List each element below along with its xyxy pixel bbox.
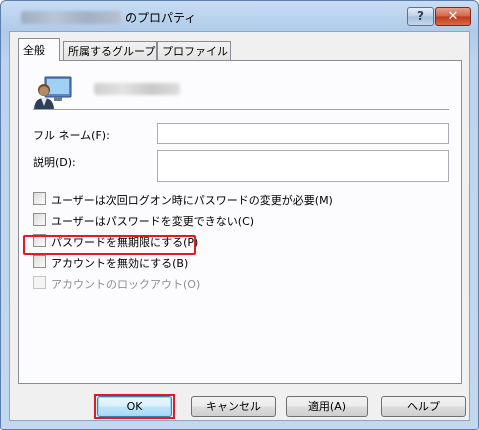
user-icon — [34, 76, 72, 111]
description-label: 説明(D): — [33, 156, 76, 169]
cancel-button[interactable]: キャンセル — [191, 396, 276, 417]
general-tab-panel: フル ネーム(F): 説明(D): ユーザーは次回ログオン時にパスワードの変更が… — [18, 60, 462, 384]
properties-dialog: のプロパティ ? ✕ 全般 所属するグループ プロファイル フル ネーム(F): — [0, 0, 479, 430]
help-icon-button[interactable]: ? — [407, 7, 434, 26]
full-name-label: フル ネーム(F): — [33, 129, 110, 142]
close-icon[interactable]: ✕ — [435, 7, 471, 26]
full-name-field[interactable] — [157, 123, 449, 144]
option-label: ユーザーはパスワードを変更できない(C) — [51, 215, 255, 228]
tab-profile[interactable]: プロファイル — [157, 41, 231, 60]
title-bar[interactable]: のプロパティ ? ✕ — [1, 1, 478, 31]
option-label: アカウントのロックアウト(O) — [51, 278, 201, 291]
checkbox[interactable] — [33, 213, 46, 226]
tab-groups[interactable]: 所属するグループ — [63, 41, 157, 60]
dialog-client-area: 全般 所属するグループ プロファイル フル ネーム(F): 説明(D): ユーザ… — [9, 31, 470, 421]
option-label: アカウントを無効にする(B) — [51, 257, 189, 270]
window-title: のプロパティ — [125, 11, 197, 25]
tab-general[interactable]: 全般 — [18, 38, 60, 61]
blurred-username-title — [21, 11, 121, 24]
description-field[interactable] — [157, 150, 449, 182]
separator — [33, 109, 449, 111]
option-label: ユーザーは次回ログオン時にパスワードの変更が必要(M) — [51, 194, 333, 207]
highlight-ok-button — [94, 394, 175, 419]
highlight-password-never-expires — [23, 235, 196, 255]
checkbox — [33, 276, 46, 289]
checkbox[interactable] — [33, 192, 46, 205]
blurred-username — [94, 83, 180, 95]
help-button[interactable]: ヘルプ — [381, 396, 466, 417]
checkbox[interactable] — [33, 255, 46, 268]
apply-button[interactable]: 適用(A) — [286, 396, 368, 417]
